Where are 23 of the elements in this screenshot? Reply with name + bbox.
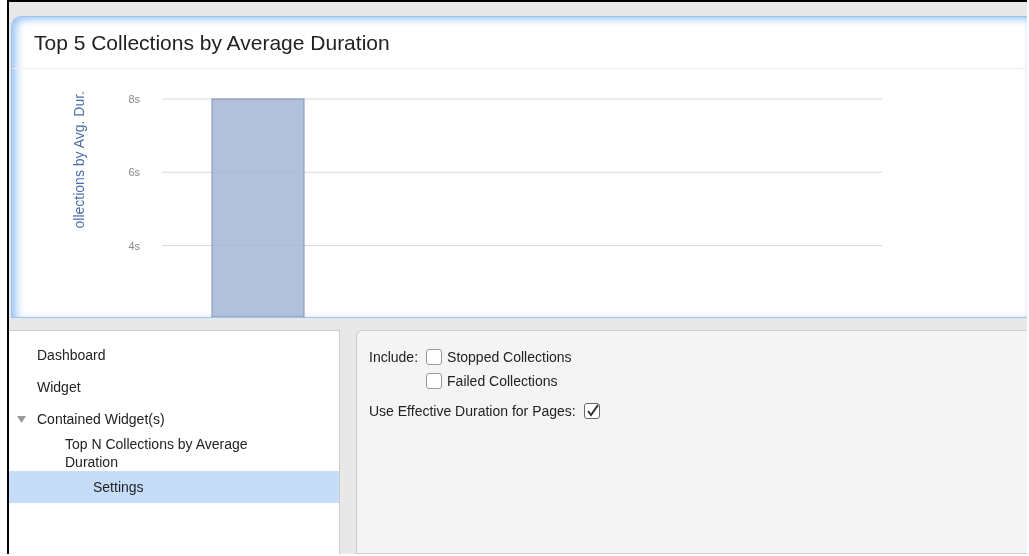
include-label: Include: [369, 349, 419, 367]
down-triangle-icon[interactable] [17, 414, 26, 424]
tree-item[interactable]: Widget [9, 371, 339, 403]
tree-item-label: Top N Collections by Average Duration [65, 435, 249, 471]
checkbox-label: Use Effective Duration for Pages: [369, 403, 576, 419]
tree-item[interactable]: Contained Widget(s) [9, 403, 339, 435]
checkbox[interactable] [426, 373, 443, 389]
tree-item-label: Settings [93, 478, 144, 496]
y-tick-label: 4s [128, 239, 140, 252]
tree-item-label: Dashboard [37, 346, 106, 364]
tree-item-label: Contained Widget(s) [37, 410, 165, 428]
chart-title: Top 5 Collections by Average Duration [12, 17, 1027, 69]
checkbox[interactable] [583, 403, 600, 419]
tree-item[interactable]: Dashboard [9, 339, 339, 371]
tree-item[interactable]: Top N Collections by Average Duration [9, 435, 339, 471]
y-axis-title: ollections by Avg. Dur. [71, 91, 87, 229]
tree-item[interactable]: Settings [9, 471, 339, 503]
y-tick-label: 6s [128, 166, 140, 179]
checkbox-label: Stopped Collections [447, 349, 572, 365]
checkbox-label: Failed Collections [447, 373, 558, 389]
checkbox[interactable] [426, 349, 443, 365]
y-tick-label: 8s [128, 93, 140, 105]
tree-item-label: Widget [37, 378, 81, 396]
